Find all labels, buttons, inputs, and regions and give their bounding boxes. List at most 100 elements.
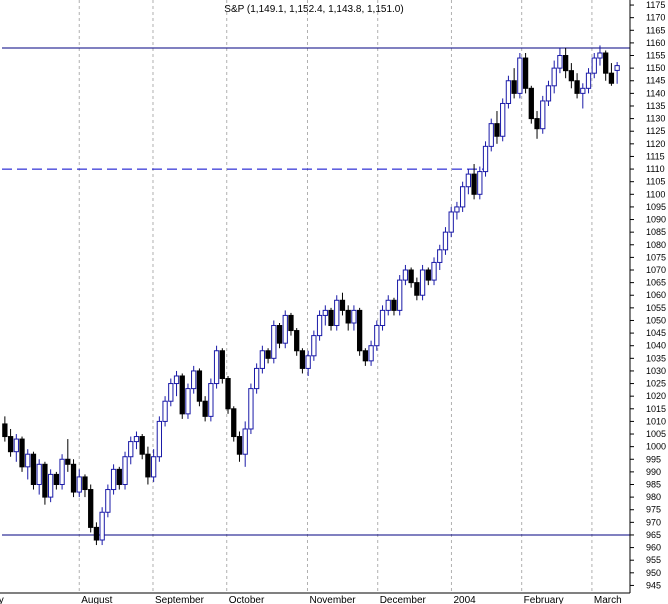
candle-up bbox=[99, 511, 105, 541]
x-month-label: November bbox=[309, 595, 356, 604]
price-chart: S&P (1,149.1, 1,152.4, 1,143.8, 1,151.0)… bbox=[0, 0, 666, 604]
y-tick-label: 965 bbox=[646, 530, 661, 540]
y-tick-label: 995 bbox=[646, 454, 661, 464]
candle-down bbox=[562, 55, 569, 72]
candle-up bbox=[557, 55, 563, 69]
candle-up bbox=[162, 400, 168, 422]
candle-up bbox=[105, 489, 111, 513]
y-tick-label: 1125 bbox=[646, 126, 665, 136]
y-tick-label: 1005 bbox=[646, 429, 666, 439]
candle-down bbox=[391, 299, 397, 311]
candle-down bbox=[408, 269, 414, 284]
candle-up bbox=[191, 370, 197, 390]
chart-title: S&P (1,149.1, 1,152.4, 1,143.8, 1,151.0) bbox=[224, 4, 403, 15]
candle-down bbox=[288, 314, 294, 332]
candle-down bbox=[511, 80, 517, 94]
candle-up bbox=[477, 171, 483, 195]
candle-up bbox=[213, 350, 220, 385]
y-tick-label: 1065 bbox=[646, 278, 666, 288]
candle-up bbox=[580, 87, 586, 94]
candle-down bbox=[219, 350, 225, 380]
candle-up bbox=[374, 325, 380, 347]
candle-up bbox=[208, 383, 214, 417]
candle-up bbox=[322, 309, 328, 316]
y-tick-label: 1080 bbox=[646, 240, 666, 250]
y-tick-label: 1100 bbox=[646, 189, 665, 199]
candle-down bbox=[179, 375, 185, 415]
candle-down bbox=[528, 87, 534, 120]
candle-up bbox=[173, 375, 180, 385]
candle-down bbox=[471, 173, 477, 195]
candle-down bbox=[225, 378, 231, 410]
candle-down bbox=[574, 80, 580, 94]
candle-up bbox=[311, 335, 317, 357]
x-month-label: July bbox=[0, 595, 4, 604]
candle-down bbox=[414, 282, 420, 296]
candle-down bbox=[356, 309, 363, 352]
x-axis: July August September October November Decemb… bbox=[0, 592, 630, 604]
candle-down bbox=[202, 400, 208, 417]
y-tick-label: 1145 bbox=[646, 76, 665, 86]
candle-up bbox=[248, 388, 254, 430]
candle-up bbox=[488, 123, 494, 147]
candle-up bbox=[133, 436, 140, 443]
candle-up bbox=[545, 85, 552, 102]
y-tick-label: 1155 bbox=[646, 51, 665, 61]
y-tick-label: 980 bbox=[646, 492, 661, 502]
y-tick-label: 1035 bbox=[646, 353, 666, 363]
candle-up bbox=[505, 80, 512, 104]
candle-up bbox=[59, 458, 65, 485]
candle-down bbox=[568, 70, 575, 82]
y-tick-label: 1095 bbox=[646, 202, 666, 212]
candle-down bbox=[116, 468, 122, 485]
candle-up bbox=[591, 57, 597, 74]
y-tick-label: 990 bbox=[646, 467, 661, 477]
y-tick-label: 1175 bbox=[646, 0, 665, 10]
candle-up bbox=[442, 231, 449, 251]
candle-up bbox=[36, 463, 42, 485]
y-tick-label: 1055 bbox=[646, 303, 666, 313]
y-tick-label: 1170 bbox=[646, 13, 665, 23]
candle-down bbox=[494, 123, 500, 137]
candle-up bbox=[397, 279, 403, 311]
candle-up bbox=[431, 261, 437, 281]
candle-down bbox=[362, 350, 369, 362]
candle-up bbox=[454, 206, 460, 213]
y-tick-label: 1020 bbox=[646, 391, 666, 401]
candle-up bbox=[13, 438, 19, 453]
candle-up bbox=[156, 420, 163, 458]
y-tick-label: 1000 bbox=[646, 442, 666, 452]
candle-down bbox=[7, 436, 14, 453]
candle-down bbox=[328, 309, 334, 327]
y-tick-label: 1150 bbox=[646, 63, 665, 73]
candle-up bbox=[242, 428, 248, 455]
candle-up bbox=[150, 456, 157, 478]
y-tick-label: 1160 bbox=[646, 38, 665, 48]
candle-down bbox=[30, 453, 37, 485]
candle-up bbox=[334, 299, 340, 327]
y-tick-label: 1030 bbox=[646, 366, 666, 376]
candle-up bbox=[271, 325, 277, 359]
y-tick-label: 955 bbox=[646, 555, 661, 565]
candle-up bbox=[551, 67, 557, 87]
candle-up bbox=[500, 102, 506, 137]
x-month-label: 2004 bbox=[453, 595, 476, 604]
y-tick-label: 1140 bbox=[646, 88, 665, 98]
y-tick-label: 1130 bbox=[646, 114, 665, 124]
candle-down bbox=[425, 269, 431, 281]
candle-down bbox=[608, 72, 615, 84]
candle-up bbox=[597, 52, 603, 59]
y-tick-label: 1070 bbox=[646, 265, 666, 275]
candle-up bbox=[351, 309, 357, 324]
candle-down bbox=[42, 463, 48, 498]
y-tick-label: 1040 bbox=[646, 341, 666, 351]
candle-up bbox=[585, 72, 592, 89]
candle-down bbox=[88, 489, 94, 528]
y-tick-label: 1165 bbox=[646, 25, 665, 35]
y-axis: 945 950 955 960 965 970 975 980 985 990 995 1000 100… bbox=[629, 0, 666, 593]
candle-up bbox=[305, 355, 311, 369]
x-month-label: February bbox=[524, 595, 564, 604]
candle-up bbox=[419, 269, 426, 296]
candle-down bbox=[299, 350, 306, 369]
candle-up bbox=[110, 468, 117, 491]
